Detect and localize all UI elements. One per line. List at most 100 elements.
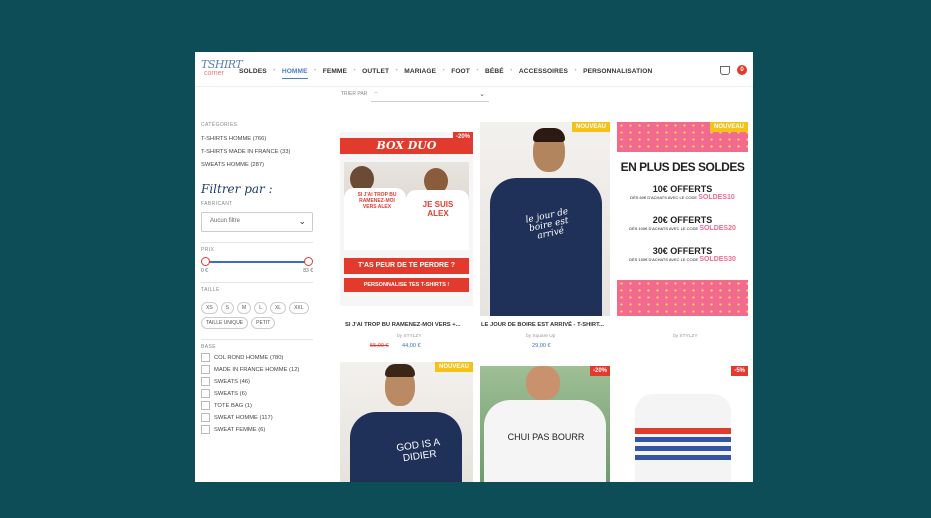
- nav-separator: •: [510, 68, 513, 74]
- base-option-label: TOTE BAG (1): [214, 402, 252, 409]
- stripe-blue: [635, 437, 731, 442]
- nav-separator: •: [574, 68, 577, 74]
- slider-min-handle[interactable]: [201, 257, 210, 266]
- chevron-down-icon: ⌄: [479, 91, 485, 98]
- nav-femme[interactable]: FEMME: [323, 68, 347, 75]
- prix-label: PRIX: [201, 247, 215, 253]
- promo-cta-1: T'AS PEUR DE TE PERDRE ?: [344, 258, 469, 274]
- checkbox[interactable]: [201, 353, 210, 362]
- promo-code: SOLDES10: [698, 194, 735, 201]
- base-option-label: SWEATS (6): [214, 390, 247, 397]
- product-photo: SI J'AI TROP BU RAMENEZ-MOI VERS ALEX JE…: [344, 162, 469, 250]
- confetti-bottom: [617, 280, 748, 316]
- product-price: 44,00 €: [402, 343, 421, 349]
- nav-bebe[interactable]: BÉBÉ: [485, 68, 504, 75]
- nav-separator: •: [476, 68, 479, 74]
- nav-separator: •: [273, 68, 276, 74]
- nav-personnalisation[interactable]: PERSONNALISATION: [583, 68, 652, 75]
- offer-amount: 10€ OFFERTS: [652, 184, 713, 194]
- category-link[interactable]: T-SHIRTS HOMME (766): [201, 136, 313, 142]
- product-card-god-is-a-didier[interactable]: GOD IS A DIDIER NOUVEAU: [340, 362, 473, 482]
- product-brand: by STYLZY: [397, 334, 422, 339]
- price-range-values: 0 € 83 €: [201, 268, 313, 276]
- checkbox[interactable]: [201, 377, 210, 386]
- base-option[interactable]: SWEATS (6): [201, 389, 313, 398]
- category-link[interactable]: SWEATS HOMME (287): [201, 162, 313, 168]
- sort-select[interactable]: -- ⌄: [371, 89, 489, 102]
- checkbox[interactable]: [201, 389, 210, 398]
- product-brand: by Square Up: [526, 334, 556, 339]
- product-price: 29,00 €: [532, 343, 551, 349]
- promo-code: SOLDES30: [699, 256, 736, 263]
- product-card-chui-pas-bourre[interactable]: CHUI PAS BOURR -20%: [480, 366, 610, 482]
- size-chip[interactable]: S: [220, 302, 235, 314]
- offer-amount: 20€ OFFERTS: [652, 215, 713, 225]
- size-chip[interactable]: XL: [269, 302, 287, 314]
- promo-headline: EN PLUS DES SOLDES: [620, 160, 745, 174]
- slider-max-handle[interactable]: [304, 257, 313, 266]
- size-chip[interactable]: XXL: [289, 302, 309, 314]
- nav-separator: •: [395, 68, 398, 74]
- website-screenshot: TSHIRT corner SOLDES • HOMME • FEMME • O…: [195, 52, 753, 482]
- stripe-blue: [635, 455, 731, 460]
- shirt-right-text: JE SUIS ALEX: [422, 200, 454, 218]
- base-option[interactable]: COL ROND HOMME (780): [201, 353, 313, 362]
- checkbox[interactable]: [201, 425, 210, 434]
- product-card-box-duo[interactable]: BOX DUO -20% SI J'AI TROP BU RAMENEZ-MOI…: [340, 132, 473, 306]
- nav-separator: •: [353, 68, 356, 74]
- category-link[interactable]: T-SHIRTS MADE IN FRANCE (33): [201, 149, 313, 155]
- nav-homme[interactable]: HOMME: [281, 68, 308, 79]
- base-option[interactable]: SWEATS (46): [201, 377, 313, 386]
- discount-badge: -5%: [731, 366, 748, 376]
- nav-outlet[interactable]: OUTLET: [362, 68, 389, 75]
- base-option-label: MADE IN FRANCE HOMME (12): [214, 366, 300, 373]
- offer-condition: DÈS 150€ D'ACHATS AVEC LE CODE: [629, 257, 699, 262]
- nav-accessoires[interactable]: ACCESSOIRES: [519, 68, 568, 75]
- size-chip[interactable]: M: [237, 302, 252, 314]
- new-badge: NOUVEAU: [571, 122, 610, 132]
- base-option[interactable]: SWEAT HOMME (117): [201, 413, 313, 422]
- promo-card-soldes[interactable]: NOUVEAU EN PLUS DES SOLDES 10€ OFFERTS D…: [617, 122, 748, 316]
- checkbox[interactable]: [201, 413, 210, 422]
- base-list: COL ROND HOMME (780) MADE IN FRANCE HOMM…: [201, 353, 313, 434]
- base-option[interactable]: TOTE BAG (1): [201, 401, 313, 410]
- site-logo[interactable]: TSHIRT corner: [201, 58, 243, 82]
- filter-title: Filtrer par :: [201, 182, 273, 196]
- tshirt-print: CHUI PAS BOURR: [507, 432, 585, 442]
- size-chips: XS S M L XL XXL TAILLE UNIQUE PETIT: [201, 302, 313, 329]
- product-card-striped-tshirt[interactable]: -5%: [617, 366, 748, 482]
- product-title[interactable]: LE JOUR DE BOIRE EST ARRIVÉ - T-SHIRT...: [481, 322, 604, 328]
- base-option[interactable]: MADE IN FRANCE HOMME (12): [201, 365, 313, 374]
- price-slider[interactable]: [201, 256, 313, 268]
- cart-icon[interactable]: [720, 66, 730, 75]
- size-chip[interactable]: PETIT: [251, 317, 276, 329]
- categories-heading: CATÉGORIES: [201, 122, 238, 128]
- fabricant-value: Aucun filtre: [210, 218, 241, 224]
- taille-label: TAILLE: [201, 287, 220, 293]
- checkbox[interactable]: [201, 365, 210, 374]
- base-option-label: SWEAT HOMME (117): [214, 414, 273, 421]
- product-card-jour-de-boire[interactable]: le jour de boire est arrivé NOUVEAU: [480, 122, 610, 316]
- offer-condition: DÈS 100€ D'ACHATS AVEC LE CODE: [629, 226, 699, 231]
- size-chip[interactable]: TAILLE UNIQUE: [201, 317, 249, 329]
- shirt-right: [406, 190, 469, 250]
- nav-mariage[interactable]: MARIAGE: [404, 68, 436, 75]
- checkbox[interactable]: [201, 401, 210, 410]
- offer-amount: 30€ OFFERTS: [652, 246, 713, 256]
- size-chip[interactable]: XS: [201, 302, 218, 314]
- size-chip[interactable]: L: [254, 302, 267, 314]
- offer-3: 30€ OFFERTS DÈS 150€ D'ACHATS AVEC LE CO…: [617, 246, 748, 263]
- base-option[interactable]: SWEAT FEMME (6): [201, 425, 313, 434]
- product-old-price: 55,00 €: [370, 343, 389, 349]
- offer-1: 10€ OFFERTS DÈS 60€ D'ACHATS AVEC LE COD…: [617, 184, 748, 201]
- base-option-label: SWEATS (46): [214, 378, 250, 385]
- nav-foot[interactable]: FOOT: [451, 68, 470, 75]
- new-badge: NOUVEAU: [709, 122, 748, 132]
- slider-track: [205, 261, 309, 263]
- nav-soldes[interactable]: SOLDES: [239, 68, 267, 75]
- fabricant-label: FABRICANT: [201, 201, 233, 207]
- model-hair: [533, 128, 565, 142]
- divider: [201, 339, 313, 340]
- fabricant-select[interactable]: Aucun filtre ⌄: [201, 212, 313, 232]
- product-title[interactable]: SI J'AI TROP BU RAMENEZ-MOI VERS +...: [345, 322, 460, 328]
